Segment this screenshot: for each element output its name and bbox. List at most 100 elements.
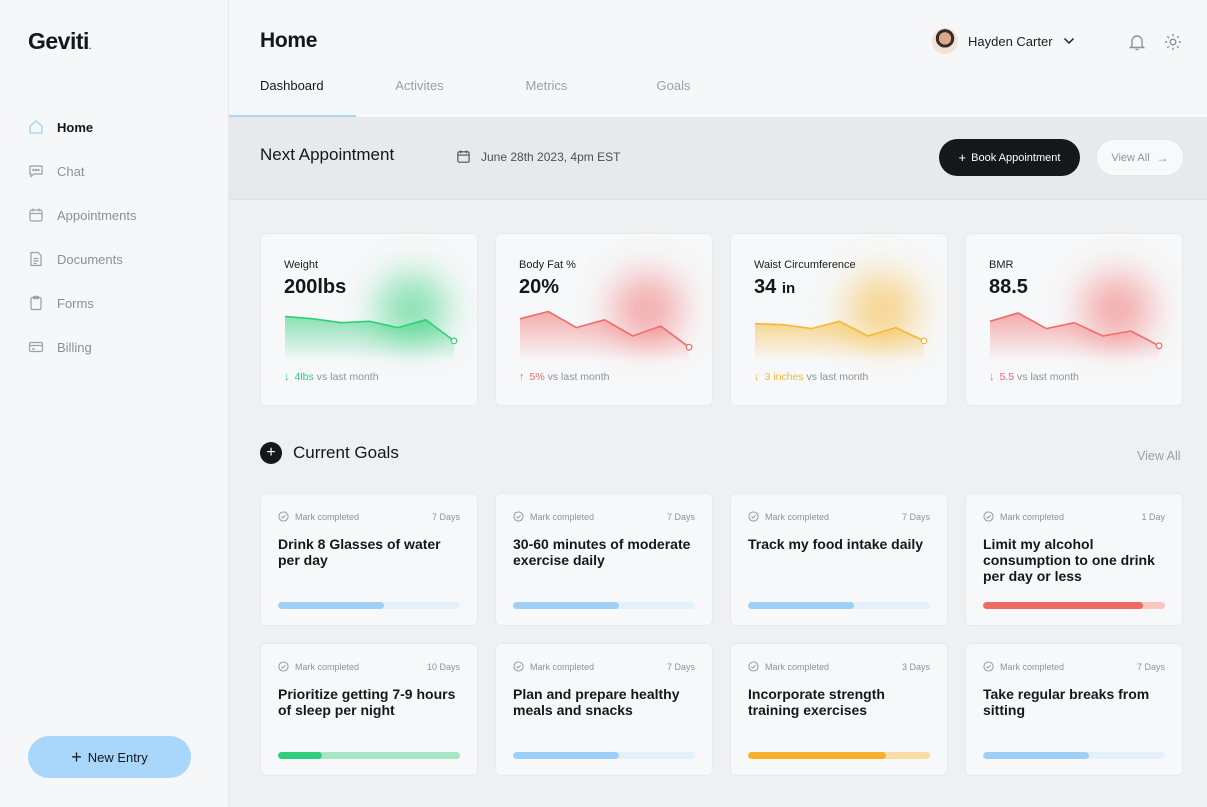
goal-card[interactable]: Mark completed 7 Days Track my food intake… — [730, 493, 948, 626]
goal-days: 7 Days — [666, 512, 695, 522]
mark-completed-button[interactable]: Mark completed — [748, 661, 829, 672]
arrow-down-icon: ↓ — [754, 371, 760, 383]
mark-completed-button[interactable]: Mark completed — [513, 661, 594, 672]
metric-value-number: 200lbs — [284, 276, 347, 298]
mark-completed-button[interactable]: Mark completed — [513, 511, 594, 522]
check-circle-icon — [513, 511, 524, 522]
goal-progress-bar — [983, 752, 1165, 759]
metric-change: ↓ 5.5 vs last month — [989, 371, 1079, 383]
sidebar-item-label: Home — [57, 119, 94, 135]
goal-progress-fill — [983, 602, 1144, 609]
arrow-down-icon: ↓ — [284, 371, 290, 383]
view-all-appointments-button[interactable]: View All → — [1096, 139, 1184, 176]
tab-metrics[interactable]: Metrics — [483, 64, 610, 117]
home-icon — [28, 119, 44, 135]
goal-card[interactable]: Mark completed 10 Days Prioritize getting … — [260, 643, 478, 776]
view-all-goals-link[interactable]: View All — [1137, 449, 1181, 463]
goal-progress-fill — [513, 602, 619, 609]
goal-card[interactable]: Mark completed 7 Days Take regular breaks … — [965, 643, 1183, 776]
sidebar-item-appointments[interactable]: Appointments — [28, 193, 137, 237]
brand-logo[interactable]: Geviti. — [28, 28, 91, 55]
metric-card[interactable]: Weight 200lbs ↓ 4lbs vs last month — [260, 233, 478, 406]
mark-completed-label: Mark completed — [530, 661, 595, 672]
goal-days: 1 Day — [1141, 512, 1165, 522]
mark-completed-button[interactable]: Mark completed — [748, 511, 829, 522]
metric-label: Waist Circumference — [754, 259, 856, 271]
goals-header: + Current Goals — [260, 442, 399, 464]
metric-change: ↓ 3 inches vs last month — [754, 371, 868, 383]
appointment-date-text: June 28th 2023, 4pm EST — [481, 149, 621, 164]
arrow-right-icon: → — [1156, 150, 1169, 165]
sidebar-item-label: Documents — [57, 251, 123, 267]
metric-trend-chart — [284, 315, 458, 361]
metric-change: ↓ 4lbs vs last month — [284, 371, 379, 383]
mark-completed-label: Mark completed — [1000, 511, 1065, 522]
goal-title: Limit my alcohol consumption to one drin… — [983, 536, 1155, 584]
bell-icon[interactable] — [1127, 32, 1147, 52]
mark-completed-button[interactable]: Mark completed — [983, 511, 1064, 522]
metric-unit: in — [781, 280, 796, 297]
goal-progress-bar — [748, 752, 930, 759]
avatar — [932, 28, 958, 54]
mark-completed-label: Mark completed — [765, 511, 830, 522]
metric-card[interactable]: BMR 88.5 ↓ 5.5 vs last month — [965, 233, 1183, 406]
mark-completed-button[interactable]: Mark completed — [983, 661, 1064, 672]
appointment-title: Next Appointment — [260, 145, 395, 164]
tab-dashboard[interactable]: Dashboard — [229, 64, 356, 117]
goal-days: 7 Days — [431, 512, 460, 522]
mark-completed-button[interactable]: Mark completed — [278, 661, 359, 672]
new-entry-button[interactable]: + New Entry — [28, 736, 191, 778]
add-goal-button[interactable]: + — [260, 442, 282, 464]
sidebar-item-home[interactable]: Home — [28, 105, 137, 149]
sidebar-item-billing[interactable]: Billing — [28, 325, 137, 369]
brand-name: Geviti — [28, 28, 89, 54]
book-appointment-button[interactable]: + Book Appointment — [939, 139, 1080, 176]
goal-days: 7 Days — [1136, 662, 1165, 672]
calendar-icon — [456, 149, 471, 164]
goal-card[interactable]: Mark completed 7 Days 30-60 minutes of mod… — [495, 493, 713, 626]
sidebar-item-forms[interactable]: Forms — [28, 281, 137, 325]
check-circle-icon — [278, 511, 289, 522]
gear-icon[interactable] — [1163, 32, 1183, 52]
goal-progress-fill — [748, 752, 887, 759]
metric-change-suffix: vs last month — [316, 371, 379, 383]
metric-trend-area — [755, 321, 924, 361]
goal-progress-fill — [983, 752, 1089, 759]
arrow-down-icon: ↓ — [989, 371, 995, 383]
tab-goals[interactable]: Goals — [610, 64, 737, 117]
plus-icon: + — [71, 747, 82, 767]
sidebar-item-label: Billing — [57, 339, 92, 355]
mark-completed-label: Mark completed — [765, 661, 830, 672]
goal-card[interactable]: Mark completed 7 Days Plan and prepare hea… — [495, 643, 713, 776]
brand-mark: . — [88, 42, 91, 51]
clipboard-icon — [28, 295, 44, 311]
metric-change-suffix: vs last month — [1017, 371, 1079, 383]
goal-card[interactable]: Mark completed 1 Day Limit my alcohol cons… — [965, 493, 1183, 626]
next-appointment-bar: Next Appointment June 28th 2023, 4pm EST… — [229, 117, 1207, 200]
goal-card[interactable]: Mark completed 3 Days Incorporate strength… — [730, 643, 948, 776]
chevron-down-icon — [1063, 32, 1075, 50]
mark-completed-label: Mark completed — [295, 661, 360, 672]
view-all-label: View All — [1111, 151, 1150, 164]
sidebar-item-documents[interactable]: Documents — [28, 237, 137, 281]
metric-value: 88.5 — [989, 276, 1028, 299]
goal-card[interactable]: Mark completed 7 Days Drink 8 Glasses of w… — [260, 493, 478, 626]
document-icon — [28, 251, 44, 267]
goal-title: Prioritize getting 7-9 hours of sleep pe… — [278, 686, 456, 718]
goal-progress-bar — [513, 602, 695, 609]
metric-card[interactable]: Body Fat % 20% ↑ 5% vs last month — [495, 233, 713, 406]
sidebar-nav: Home Chat Appointments Documents Forms B… — [28, 105, 137, 369]
header: Home Hayden Carter Dashboard Activites M… — [229, 0, 1207, 117]
metric-label: BMR — [989, 259, 1014, 271]
goal-progress-bar — [513, 752, 695, 759]
sidebar-item-chat[interactable]: Chat — [28, 149, 137, 193]
goal-title: Take regular breaks from sitting — [983, 686, 1150, 718]
goal-title: Drink 8 Glasses of water per day — [278, 536, 441, 568]
sidebar-item-label: Appointments — [57, 207, 137, 223]
user-menu[interactable]: Hayden Carter — [932, 28, 1075, 54]
check-circle-icon — [983, 511, 994, 522]
tab-activites[interactable]: Activites — [356, 64, 483, 117]
mark-completed-button[interactable]: Mark completed — [278, 511, 359, 522]
metric-card[interactable]: Waist Circumference 34 in ↓ 3 inches vs las… — [730, 233, 948, 406]
goal-days: 7 Days — [666, 662, 695, 672]
